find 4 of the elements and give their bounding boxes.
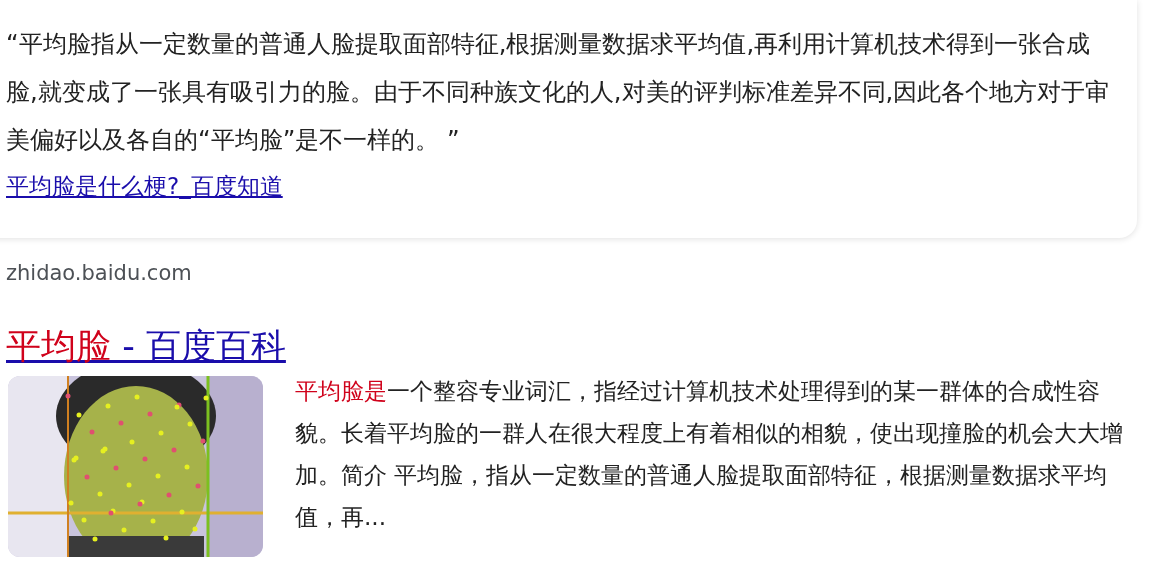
result-domain: zhidao.baidu.com xyxy=(6,260,193,287)
answer-quote: “平均脸指从一定数量的普通人脸提取面部特征,根据测量数据求平均值,再利用计算机技术得到一张合成脸,就变成了一张具有吸引力的脸。由于不同种族文化的人,对美的评判标准差异不同,因此各个地方对于审美偏好以及各自的“平均脸”是不一样的。 ” xyxy=(6,28,1111,156)
result-snippet: 平均脸是一个整容专业词汇，指经过计算机技术处理得到的某一群体的合成性容貌。长着平均脸的一群人在很大程度上有着相似的相貌，使出现撞脸的机会大大增加。简介 平均脸，指从一定数量的普通人脸提取面部特征，根据测量数据求平均值，再... xyxy=(295,375,1124,532)
source-link[interactable]: 平均脸是什么梗?_百度知道 xyxy=(6,173,283,199)
